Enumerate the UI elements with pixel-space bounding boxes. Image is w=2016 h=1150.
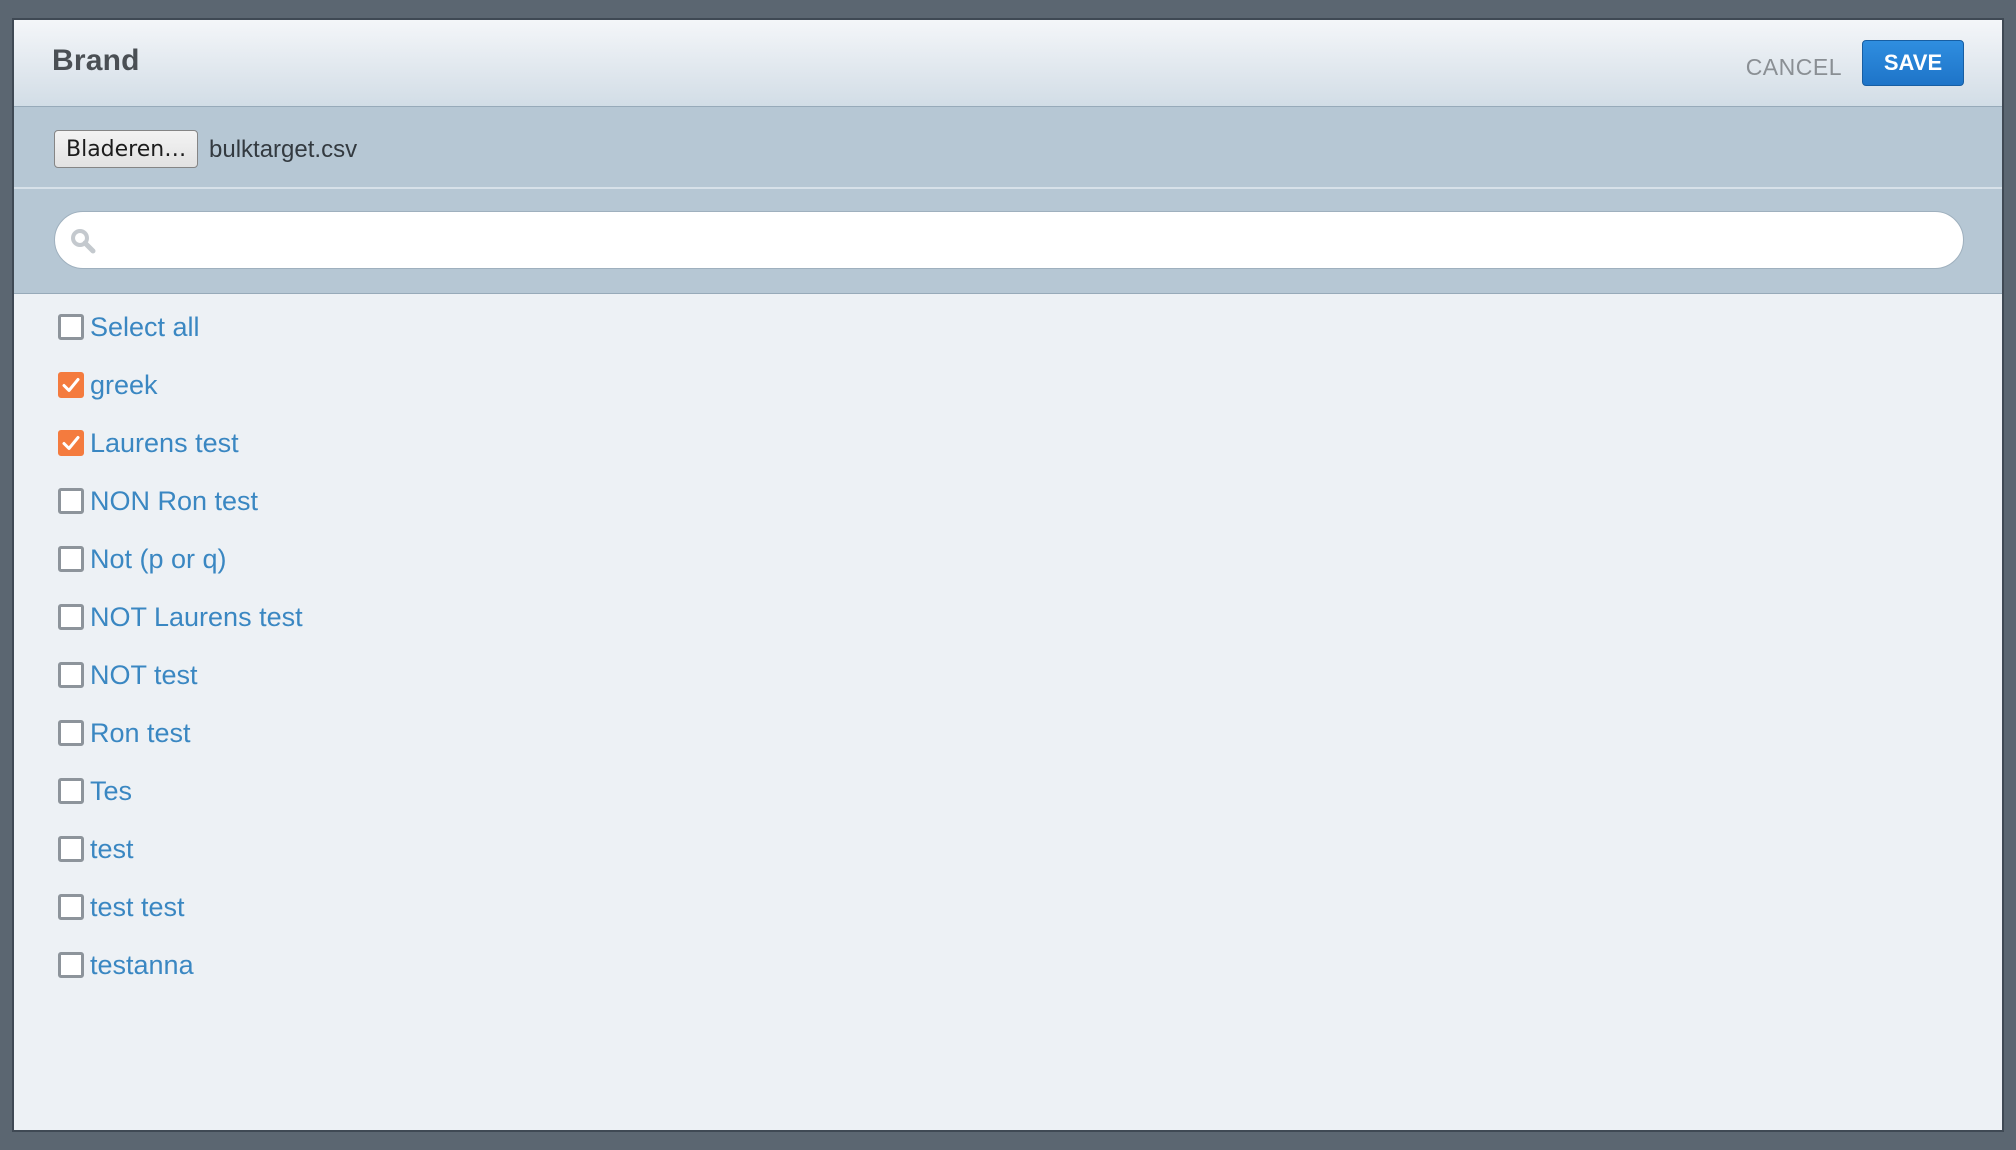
list-item[interactable]: Laurens test bbox=[58, 414, 303, 472]
checkbox[interactable] bbox=[58, 546, 84, 572]
save-button[interactable]: SAVE bbox=[1862, 40, 1964, 86]
search-input[interactable] bbox=[115, 220, 1939, 262]
checkbox[interactable] bbox=[58, 430, 84, 456]
list-item[interactable]: Tes bbox=[58, 762, 303, 820]
checkmark-icon bbox=[62, 378, 80, 392]
checkbox[interactable] bbox=[58, 894, 84, 920]
dialog-title: Brand bbox=[52, 44, 140, 77]
list-item[interactable]: test bbox=[58, 820, 303, 878]
brand-dialog: Brand CANCEL SAVE Bladeren… bulktarget.c… bbox=[12, 18, 2004, 1132]
checkbox[interactable] bbox=[58, 720, 84, 746]
list-item-label: testanna bbox=[90, 949, 194, 980]
checkbox[interactable] bbox=[58, 372, 84, 398]
checkmark-icon bbox=[62, 436, 80, 450]
brand-list: Select all greek Laurens test NON Ron te… bbox=[58, 298, 303, 994]
list-item-label: Tes bbox=[90, 775, 133, 806]
checkbox[interactable] bbox=[58, 836, 84, 862]
selected-filename: bulktarget.csv bbox=[209, 136, 358, 163]
checkbox[interactable] bbox=[58, 662, 84, 688]
checkbox[interactable] bbox=[58, 314, 84, 340]
search-field[interactable] bbox=[54, 211, 1964, 269]
list-item-label: test test bbox=[90, 891, 185, 922]
list-item-label: NOT test bbox=[90, 659, 198, 690]
checkbox[interactable] bbox=[58, 488, 84, 514]
file-upload-bar: Bladeren… bulktarget.csv bbox=[14, 107, 2002, 189]
checkbox[interactable] bbox=[58, 778, 84, 804]
select-all-item[interactable]: Select all bbox=[58, 298, 303, 356]
list-item[interactable]: Not (p or q) bbox=[58, 530, 303, 588]
list-item[interactable]: NOT test bbox=[58, 646, 303, 704]
list-item-label: Ron test bbox=[90, 717, 191, 748]
cancel-button[interactable]: CANCEL bbox=[1746, 54, 1842, 81]
list-item-label: NOT Laurens test bbox=[90, 601, 303, 632]
list-item-label: Select all bbox=[90, 311, 200, 342]
search-icon bbox=[69, 227, 97, 255]
list-item[interactable]: greek bbox=[58, 356, 303, 414]
search-bar bbox=[14, 189, 2002, 294]
list-item-label: NON Ron test bbox=[90, 485, 259, 516]
list-item-label: Laurens test bbox=[90, 427, 239, 458]
list-item[interactable]: NOT Laurens test bbox=[58, 588, 303, 646]
list-item[interactable]: NON Ron test bbox=[58, 472, 303, 530]
checkbox[interactable] bbox=[58, 952, 84, 978]
list-item[interactable]: testanna bbox=[58, 936, 303, 994]
checkbox[interactable] bbox=[58, 604, 84, 630]
dialog-header: Brand CANCEL SAVE bbox=[14, 20, 2002, 107]
list-item-label: Not (p or q) bbox=[90, 543, 227, 574]
list-item-label: greek bbox=[90, 369, 158, 400]
browse-button[interactable]: Bladeren… bbox=[54, 130, 199, 168]
list-item[interactable]: Ron test bbox=[58, 704, 303, 762]
list-item[interactable]: test test bbox=[58, 878, 303, 936]
list-item-label: test bbox=[90, 833, 134, 864]
